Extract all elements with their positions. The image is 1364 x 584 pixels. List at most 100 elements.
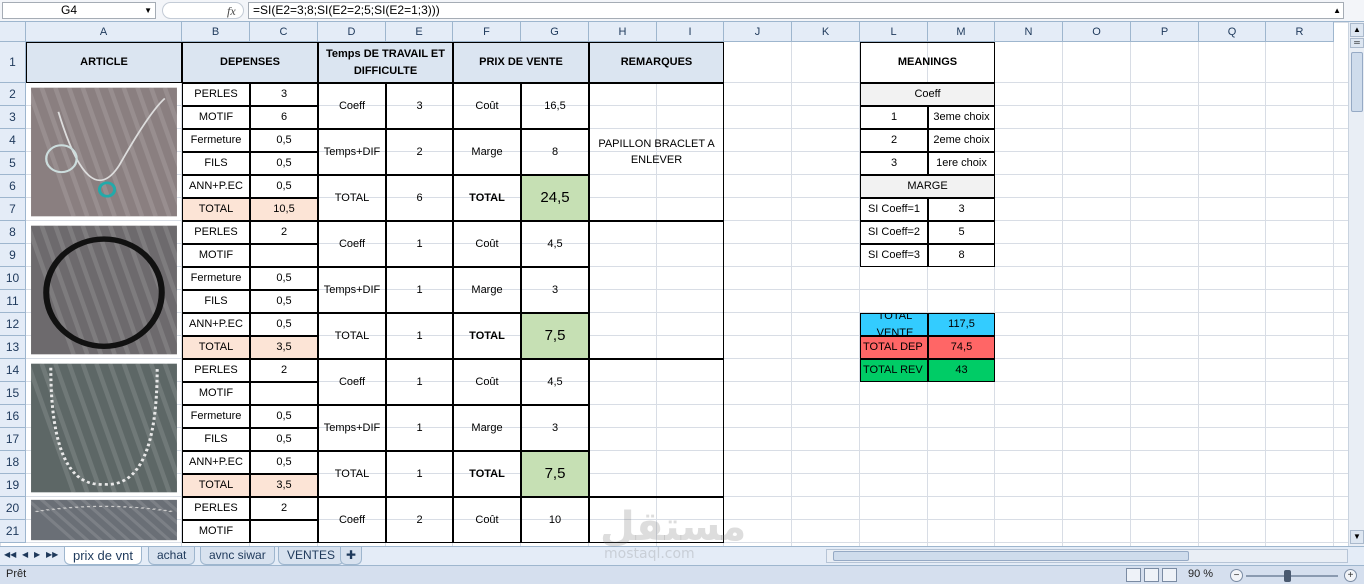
prix-value[interactable]: 7,5: [521, 451, 589, 497]
column-header-L[interactable]: L: [860, 22, 928, 42]
row-header-1[interactable]: 1: [0, 42, 26, 83]
depense-label[interactable]: MOTIF: [182, 520, 250, 543]
meanings-coeff-header[interactable]: Coeff: [860, 83, 995, 106]
prix-label[interactable]: Marge: [453, 267, 521, 313]
first-sheet-icon[interactable]: ◀◀: [4, 550, 16, 559]
depense-label[interactable]: PERLES: [182, 359, 250, 382]
depense-label[interactable]: PERLES: [182, 221, 250, 244]
row-header-21[interactable]: 21: [0, 520, 26, 543]
vertical-scrollbar[interactable]: ▲ ═ ▼: [1348, 22, 1364, 546]
depense-label[interactable]: ANN+P.EC: [182, 313, 250, 336]
prev-sheet-icon[interactable]: ◀: [22, 550, 28, 559]
zoom-level[interactable]: 90 %: [1188, 568, 1213, 580]
insert-function-button[interactable]: fx: [162, 2, 244, 19]
depense-label[interactable]: ANN+P.EC: [182, 451, 250, 474]
marge-condition[interactable]: SI Coeff=2: [860, 221, 928, 244]
prix-value[interactable]: 3: [521, 267, 589, 313]
depense-label[interactable]: TOTAL: [182, 198, 250, 221]
new-sheet-icon[interactable]: ✚: [340, 547, 363, 565]
row-header-4[interactable]: 4: [0, 129, 26, 152]
temps-value[interactable]: 1: [386, 451, 453, 497]
column-header-B[interactable]: B: [182, 22, 250, 42]
coeff-number[interactable]: 3: [860, 152, 928, 175]
depense-label[interactable]: PERLES: [182, 497, 250, 520]
coeff-meaning[interactable]: 3eme choix: [928, 106, 995, 129]
column-header-H[interactable]: H: [589, 22, 657, 42]
prix-value[interactable]: 16,5: [521, 83, 589, 129]
temps-value[interactable]: 1: [386, 221, 453, 267]
depense-value[interactable]: 2: [250, 359, 318, 382]
prix-value[interactable]: 7,5: [521, 313, 589, 359]
depense-value[interactable]: 0,5: [250, 175, 318, 198]
scroll-up-icon[interactable]: ▲: [1350, 23, 1364, 37]
temps-label[interactable]: TOTAL: [318, 175, 386, 221]
column-header-C[interactable]: C: [250, 22, 318, 42]
chevron-down-icon[interactable]: ▼: [144, 3, 152, 18]
total-label[interactable]: TOTAL DEP: [860, 336, 928, 359]
name-box[interactable]: G4 ▼: [2, 2, 156, 19]
prix-label[interactable]: Marge: [453, 129, 521, 175]
row-header-8[interactable]: 8: [0, 221, 26, 244]
temps-value[interactable]: 1: [386, 405, 453, 451]
depense-value[interactable]: 2: [250, 497, 318, 520]
horizontal-scrollbar[interactable]: [826, 549, 1348, 563]
last-sheet-icon[interactable]: ▶▶: [46, 550, 58, 559]
coeff-number[interactable]: 1: [860, 106, 928, 129]
depense-label[interactable]: FILS: [182, 152, 250, 175]
prix-value[interactable]: 8: [521, 129, 589, 175]
depense-value[interactable]: 0,5: [250, 451, 318, 474]
marge-value[interactable]: 3: [928, 198, 995, 221]
depense-value[interactable]: 0,5: [250, 428, 318, 451]
remarque-cell[interactable]: PAPILLON BRACLET A ENLEVER: [589, 83, 724, 221]
depense-label[interactable]: PERLES: [182, 83, 250, 106]
depense-label[interactable]: Fermeture: [182, 405, 250, 428]
row-header-6[interactable]: 6: [0, 175, 26, 198]
zoom-out-icon[interactable]: −: [1230, 569, 1243, 582]
depense-value[interactable]: 2: [250, 221, 318, 244]
column-header-G[interactable]: G: [521, 22, 589, 42]
row-header-2[interactable]: 2: [0, 83, 26, 106]
column-header-I[interactable]: I: [657, 22, 724, 42]
temps-label[interactable]: TOTAL: [318, 451, 386, 497]
coeff-meaning[interactable]: 2eme choix: [928, 129, 995, 152]
sheet-tab[interactable]: VENTES: [278, 547, 345, 565]
total-value[interactable]: 117,5: [928, 313, 995, 336]
prix-label[interactable]: TOTAL: [453, 313, 521, 359]
temps-label[interactable]: Coeff: [318, 221, 386, 267]
depense-label[interactable]: MOTIF: [182, 244, 250, 267]
row-header-12[interactable]: 12: [0, 313, 26, 336]
depense-value[interactable]: 10,5: [250, 198, 318, 221]
temps-value[interactable]: 6: [386, 175, 453, 221]
coeff-meaning[interactable]: 1ere choix: [928, 152, 995, 175]
select-all-corner[interactable]: [0, 22, 26, 42]
column-header-M[interactable]: M: [928, 22, 995, 42]
depense-label[interactable]: MOTIF: [182, 382, 250, 405]
prix-label[interactable]: TOTAL: [453, 175, 521, 221]
prix-value[interactable]: 3: [521, 405, 589, 451]
total-label[interactable]: TOTAL VENTE: [860, 313, 928, 336]
prix-label[interactable]: TOTAL: [453, 451, 521, 497]
zoom-slider-thumb[interactable]: [1284, 570, 1291, 582]
temps-label[interactable]: Coeff: [318, 359, 386, 405]
depense-label[interactable]: FILS: [182, 428, 250, 451]
scroll-down-icon[interactable]: ▼: [1350, 530, 1364, 544]
depense-label[interactable]: ANN+P.EC: [182, 175, 250, 198]
depense-value[interactable]: 0,5: [250, 152, 318, 175]
header-depenses[interactable]: DEPENSES: [182, 42, 318, 83]
sheet-tab[interactable]: prix de vnt: [64, 547, 142, 565]
row-header-7[interactable]: 7: [0, 198, 26, 221]
row-header-17[interactable]: 17: [0, 428, 26, 451]
prix-value[interactable]: 10: [521, 497, 589, 543]
page-break-icon[interactable]: [1162, 568, 1177, 582]
vertical-scroll-thumb[interactable]: [1351, 52, 1363, 112]
column-header-O[interactable]: O: [1063, 22, 1131, 42]
temps-value[interactable]: 2: [386, 129, 453, 175]
column-header-E[interactable]: E: [386, 22, 453, 42]
row-header-16[interactable]: 16: [0, 405, 26, 428]
marge-condition[interactable]: SI Coeff=3: [860, 244, 928, 267]
header-prix[interactable]: PRIX DE VENTE: [453, 42, 589, 83]
depense-value[interactable]: 3,5: [250, 336, 318, 359]
depense-label[interactable]: FILS: [182, 290, 250, 313]
prix-value[interactable]: 24,5: [521, 175, 589, 221]
depense-value[interactable]: 0,5: [250, 129, 318, 152]
